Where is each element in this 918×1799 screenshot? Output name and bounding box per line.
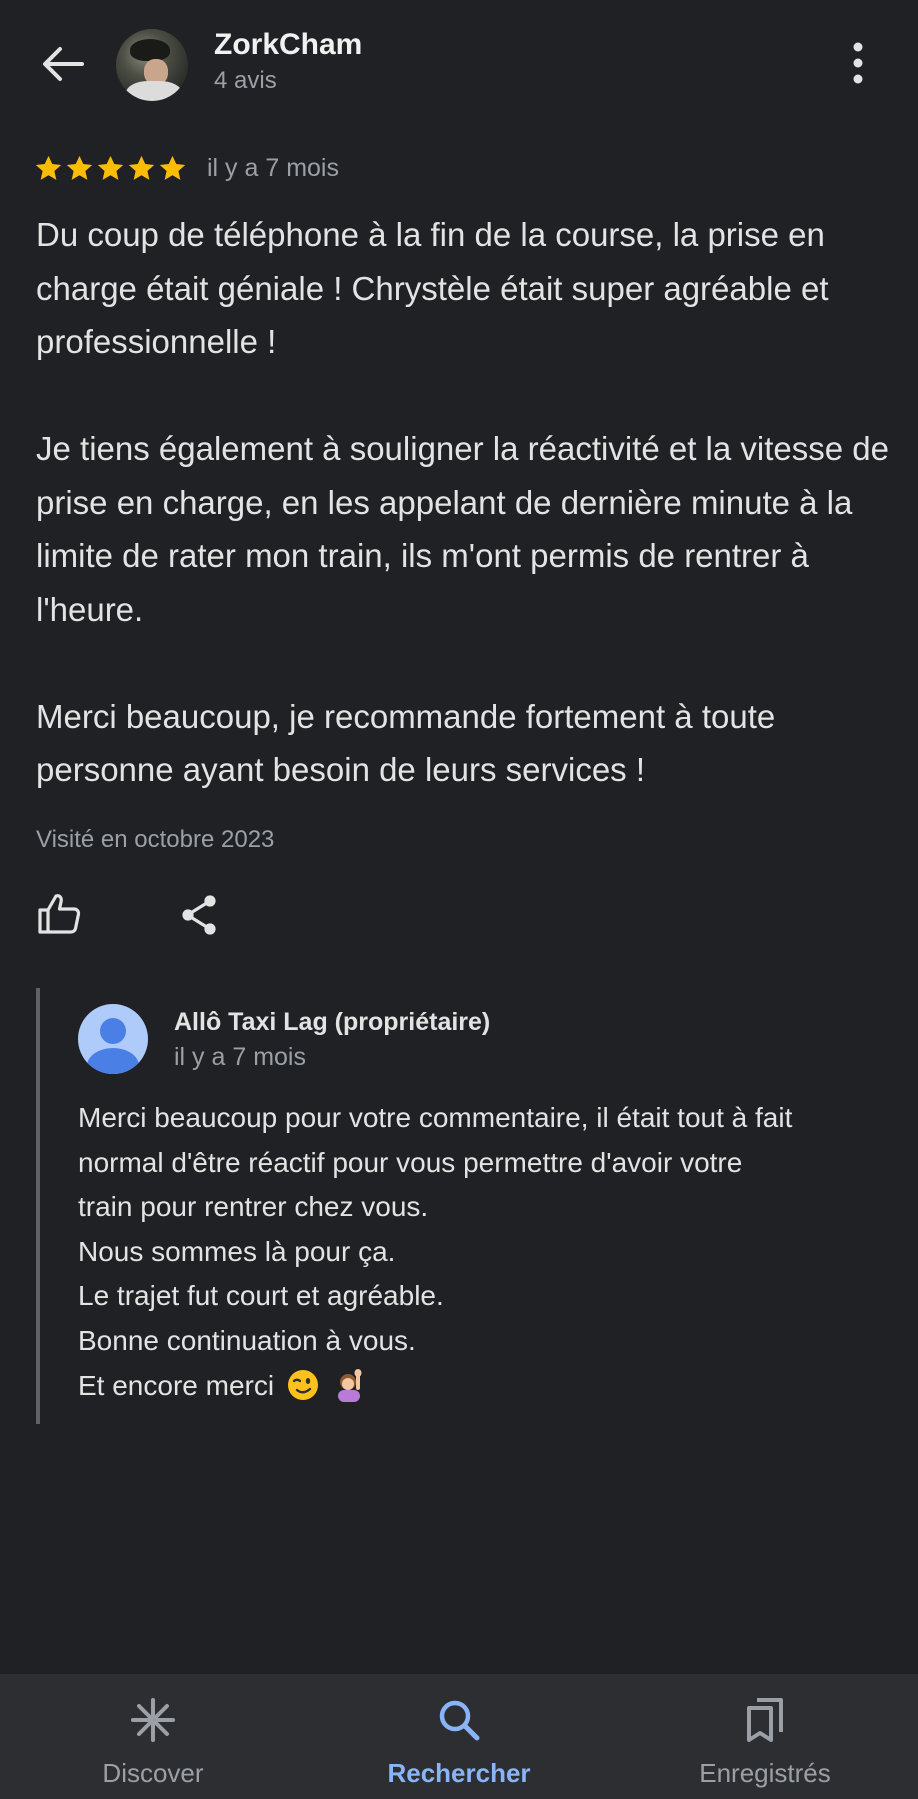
reply-line: Le trajet fut court et agréable. (78, 1280, 444, 1312)
reply-last-line: Et encore merci (78, 1364, 908, 1409)
review-paragraph: Je tiens également à souligner la réacti… (36, 430, 889, 628)
review-date: il y a 7 mois (207, 153, 339, 182)
nav-rechercher[interactable]: Rechercher (306, 1674, 612, 1799)
bottom-navigation: Discover Rechercher Enregistrés (0, 1674, 918, 1799)
review-paragraph: Du coup de téléphone à la fin de la cour… (36, 216, 829, 360)
owner-reply: Allô Taxi Lag (propriétaire) il y a 7 mo… (36, 988, 900, 1424)
reply-line: Et encore merci (78, 1369, 275, 1401)
owner-reply-body: Merci beaucoup pour votre commentaire, i… (78, 1096, 908, 1408)
user-name[interactable]: ZorkCham (214, 28, 362, 62)
star-rating (34, 154, 187, 183)
review-body: Du coup de téléphone à la fin de la cour… (36, 208, 896, 797)
reply-line: train pour rentrer chez vous. (78, 1191, 429, 1223)
star-icon (97, 155, 124, 180)
bookmarks-icon (747, 1698, 783, 1742)
review-rating: il y a 7 mois (34, 150, 339, 186)
owner-name: Allô Taxi Lag (propriétaire) (174, 1008, 491, 1036)
star-icon (66, 155, 93, 180)
user-avatar[interactable] (116, 29, 188, 101)
review-paragraph: Merci beaucoup, je recommande fortement … (36, 697, 776, 789)
reply-line: Merci beaucoup pour votre commentaire, i… (78, 1102, 793, 1133)
search-icon (439, 1700, 480, 1741)
share-icon[interactable] (178, 893, 222, 937)
person-raising-hand-emoji (337, 1368, 362, 1402)
reply-line: Bonne continuation à vous. (78, 1324, 416, 1356)
thumb-up-icon[interactable] (36, 891, 82, 937)
star-icon (159, 155, 186, 180)
nav-enregistres[interactable]: Enregistrés (612, 1674, 918, 1799)
nav-label: Rechercher (387, 1758, 531, 1788)
nav-discover[interactable]: Discover (0, 1674, 306, 1799)
star-icon (35, 155, 62, 180)
owner-reply-date: il y a 7 mois (174, 1043, 306, 1071)
asterisk-icon (131, 1698, 175, 1742)
star-icon (128, 155, 155, 180)
visited-date: Visité en octobre 2023 (36, 826, 275, 853)
app-header: ZorkCham 4 avis (0, 0, 918, 130)
arrow-back-icon[interactable] (38, 44, 88, 84)
nav-label: Enregistrés (699, 1758, 831, 1788)
winking-face-emoji (287, 1369, 318, 1400)
nav-label: Discover (102, 1758, 204, 1788)
owner-avatar (78, 1004, 148, 1074)
reply-line: Nous sommes là pour ça. (78, 1235, 396, 1267)
user-reviews-count: 4 avis (214, 67, 277, 94)
more-vert-icon[interactable] (842, 40, 874, 86)
reply-line: normal d'être réactif pour vous permettr… (78, 1146, 743, 1178)
